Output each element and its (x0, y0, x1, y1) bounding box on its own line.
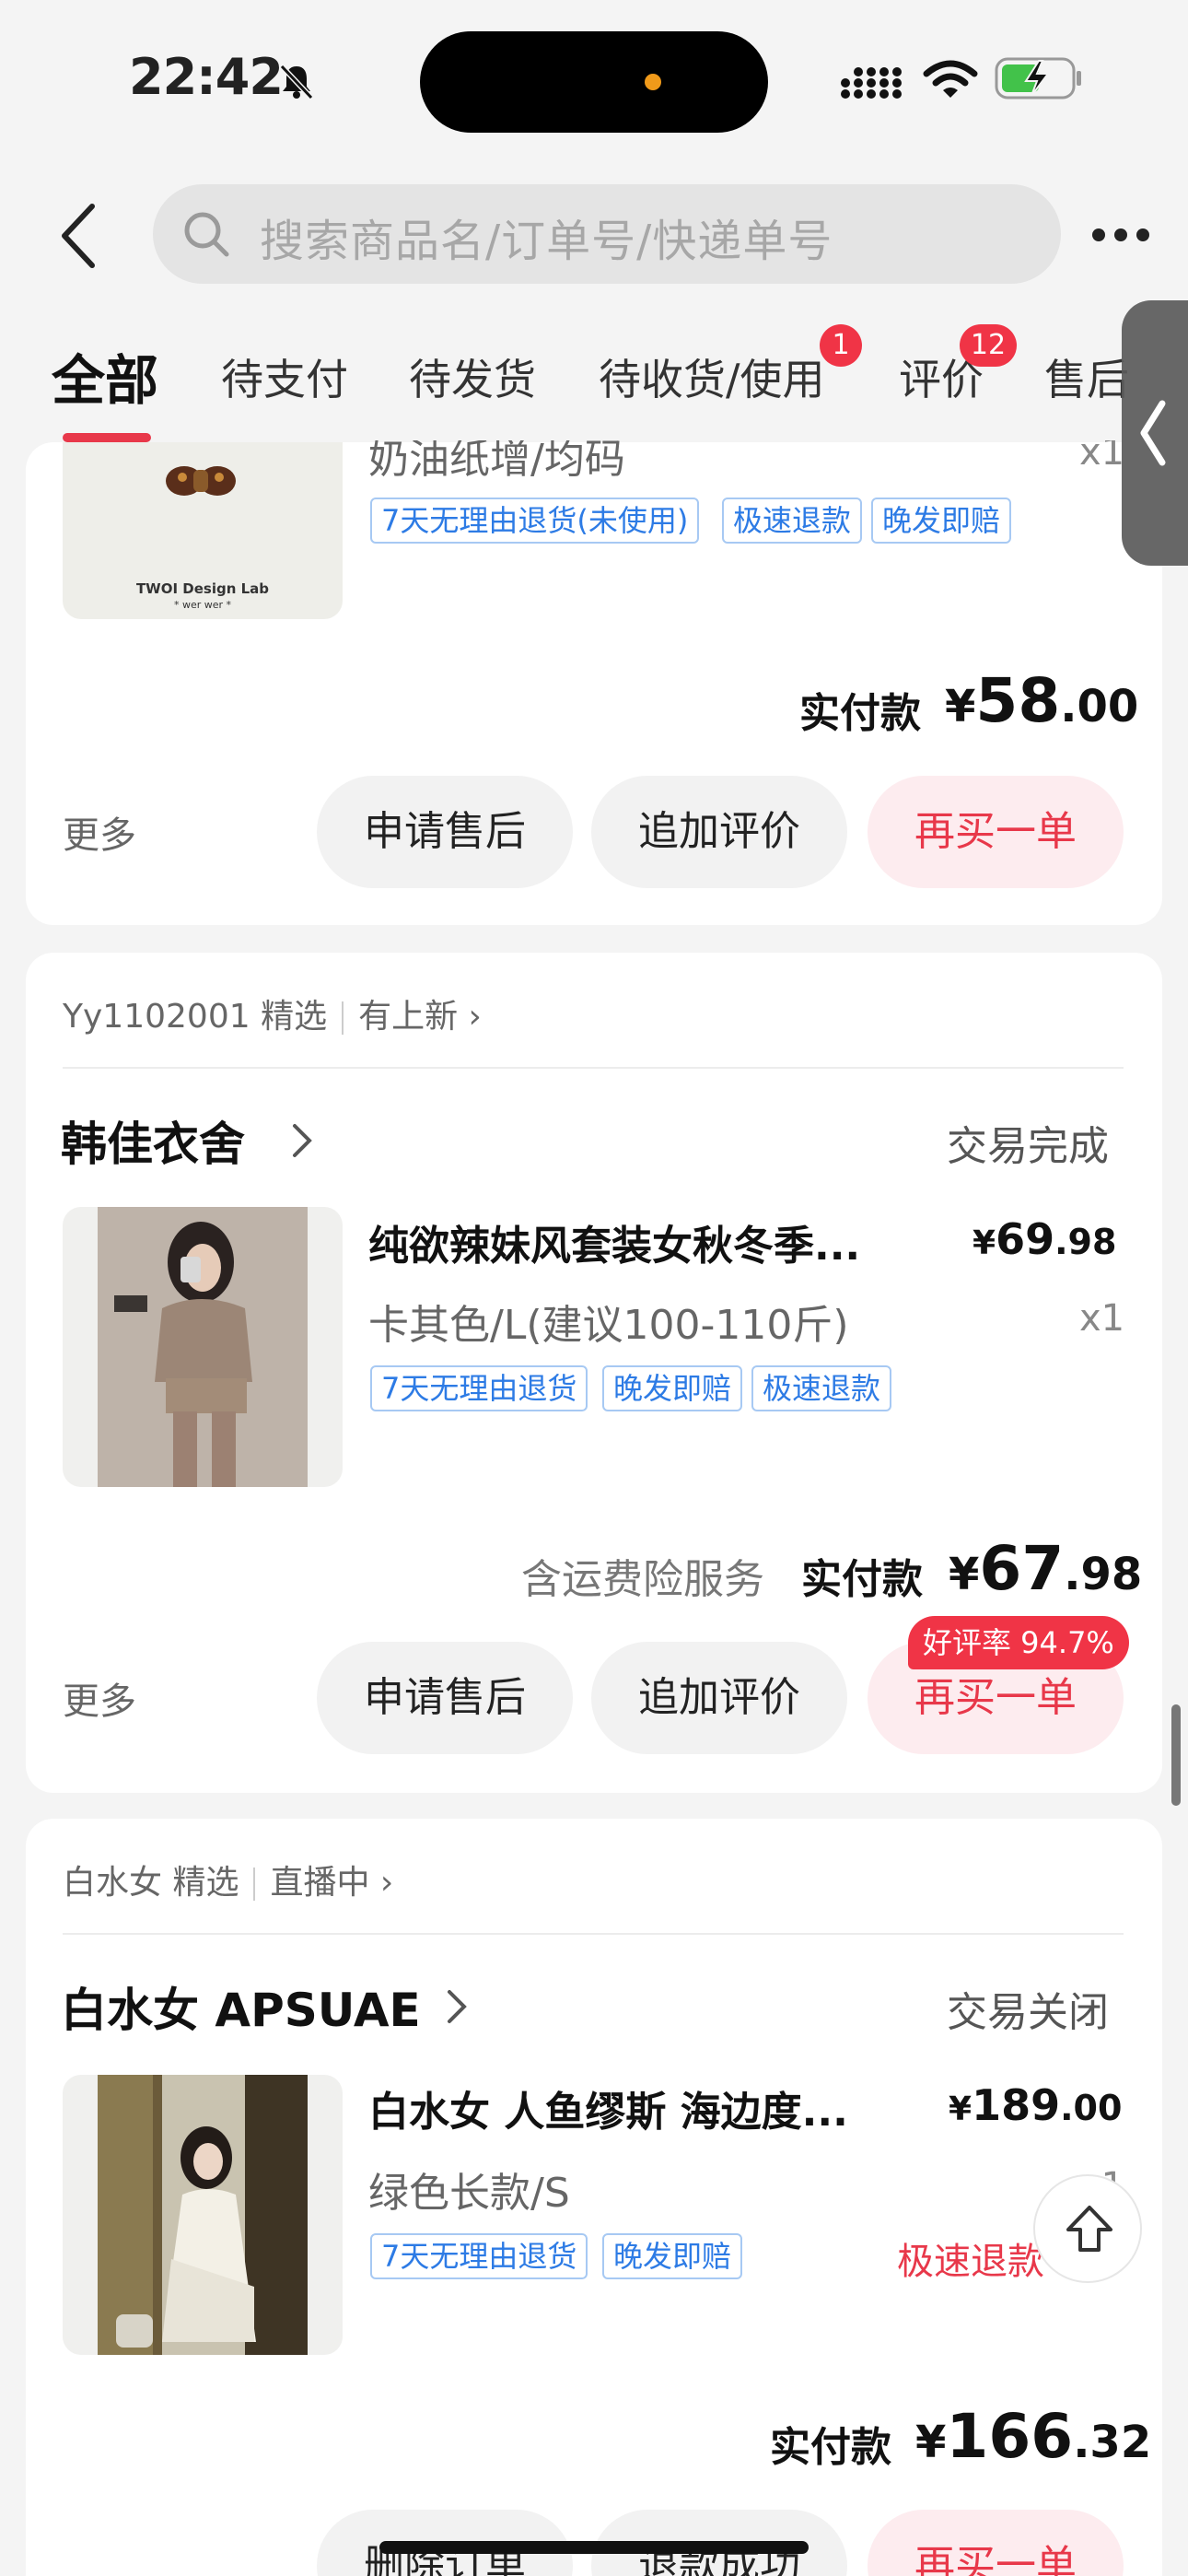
product-photo-dress (98, 2075, 308, 2355)
product-thumbnail[interactable]: TWOI Design Lab * wer wer * (63, 442, 343, 619)
search-icon (184, 212, 229, 257)
tag-7day-return: 7天无理由退货 (370, 2233, 588, 2279)
hair-clip-image (166, 466, 236, 496)
tab-all[interactable]: 全部 (52, 337, 158, 415)
tag-late-compensation: 晚发即赔 (602, 1365, 743, 1411)
tab-after-sales[interactable]: 售后 (1044, 346, 1129, 407)
buy-again-button[interactable]: 再买一单 (868, 776, 1124, 888)
order-tabs (0, 304, 1188, 442)
thumbnail-brand-text: TWOI Design Lab (135, 580, 270, 597)
back-arrow-icon[interactable] (55, 201, 111, 271)
chevron-right-icon (448, 1990, 467, 2023)
seller-bar: 白水女 精选 直播中 › (63, 1856, 393, 1903)
product-thumbnail[interactable] (63, 2075, 343, 2355)
dynamic-island (420, 31, 768, 133)
buy-again-button[interactable]: 再买一单 (868, 2510, 1124, 2576)
tag-fast-refund: 极速退款 (722, 498, 863, 544)
tag-fast-refund: 极速退款 (751, 1365, 892, 1411)
divider (63, 1067, 1124, 1069)
back-to-top-button[interactable] (1033, 2174, 1142, 2283)
seller-new-link[interactable]: 有上新 (358, 998, 458, 1036)
tag-late-compensation: 晚发即赔 (871, 498, 1012, 544)
seller-live-link[interactable]: 直播中 (270, 1864, 369, 1902)
active-tab-indicator (63, 433, 151, 442)
paid-label: 实付款 (801, 1556, 923, 1603)
apply-after-sales-button[interactable]: 申请售后 (317, 776, 573, 888)
add-review-button[interactable]: 追加评价 (591, 1642, 847, 1754)
product-spec: 绿色长款/S (368, 2170, 570, 2217)
more-link[interactable]: 更多 (63, 1671, 136, 1725)
bell-muted-icon (279, 64, 314, 100)
tab-pending-receipt[interactable]: 待收货/使用 (599, 346, 825, 407)
unit-price: ¥189.00 (949, 2080, 1123, 2130)
shipping-insurance-note: 含运费险服务 (521, 1556, 764, 1603)
tag-7day-return: 7天无理由退货(未使用) (370, 498, 700, 544)
tag-late-compensation: 晚发即赔 (602, 2233, 743, 2279)
fast-refund-note: 极速退款 (897, 2241, 1044, 2283)
thumbnail-sub-text: * wer wer * (173, 599, 232, 611)
home-indicator (379, 2541, 809, 2554)
seller-bar: Yy1102001 精选 有上新 › (63, 989, 482, 1037)
cellular-signal-icon (841, 67, 902, 99)
tab-badge-pending-receipt: 1 (820, 324, 862, 367)
chevron-right-icon: › (369, 1864, 394, 1902)
paid-label: 实付款 (770, 2424, 891, 2471)
tab-pending-shipment[interactable]: 待发货 (409, 346, 536, 407)
more-link[interactable]: 更多 (63, 805, 136, 859)
paid-amount: ¥67.98 (949, 1533, 1143, 1604)
seller-name: 白水女 精选 (63, 1864, 239, 1902)
chevron-right-icon: › (458, 998, 482, 1036)
paid-amount: ¥166.32 (915, 2401, 1152, 2472)
tab-badge-review: 12 (960, 324, 1017, 367)
status-time: 22:42 (129, 48, 284, 106)
search-placeholder: 搜索商品名/订单号/快递单号 (260, 216, 833, 267)
shop-name[interactable]: 白水女 APSUAE (61, 1973, 421, 2040)
scrollbar[interactable] (1171, 1704, 1181, 1806)
wifi-icon (923, 60, 978, 98)
unit-price: ¥69.98 (973, 1214, 1117, 1264)
battery-charging-icon (995, 57, 1081, 100)
chevron-left-icon (1140, 400, 1166, 466)
camera-indicator-dot (645, 74, 661, 90)
product-spec: 卡其色/L(建议100-110斤) (368, 1302, 849, 1349)
product-title[interactable]: 纯欲辣妹风套装女秋冬季... (368, 1212, 860, 1271)
product-title[interactable]: 白水女 人鱼缪斯 海边度... (368, 2078, 848, 2137)
divider (63, 1933, 1124, 1935)
product-photo-outfit (98, 1207, 308, 1487)
tab-pending-payment[interactable]: 待支付 (221, 346, 348, 407)
chevron-right-icon (293, 1124, 312, 1157)
positive-rating-badge: 好评率 94.7% (908, 1616, 1129, 1669)
order-status: 交易完成 (947, 1123, 1109, 1170)
tag-7day-return: 7天无理由退货 (370, 1365, 588, 1411)
seller-name: Yy1102001 精选 (63, 998, 328, 1036)
order-status: 交易关闭 (947, 1989, 1109, 2036)
more-options-icon[interactable] (1092, 221, 1151, 249)
product-qty: x1 (1079, 1297, 1125, 1340)
arrow-up-icon (1066, 2206, 1112, 2252)
add-review-button[interactable]: 追加评价 (591, 776, 847, 888)
paid-label: 实付款 (799, 690, 921, 737)
apply-after-sales-button[interactable]: 申请售后 (317, 1642, 573, 1754)
shop-name[interactable]: 韩佳衣舍 (61, 1107, 245, 1174)
product-thumbnail[interactable] (63, 1207, 343, 1487)
paid-amount: ¥58.00 (945, 665, 1139, 736)
